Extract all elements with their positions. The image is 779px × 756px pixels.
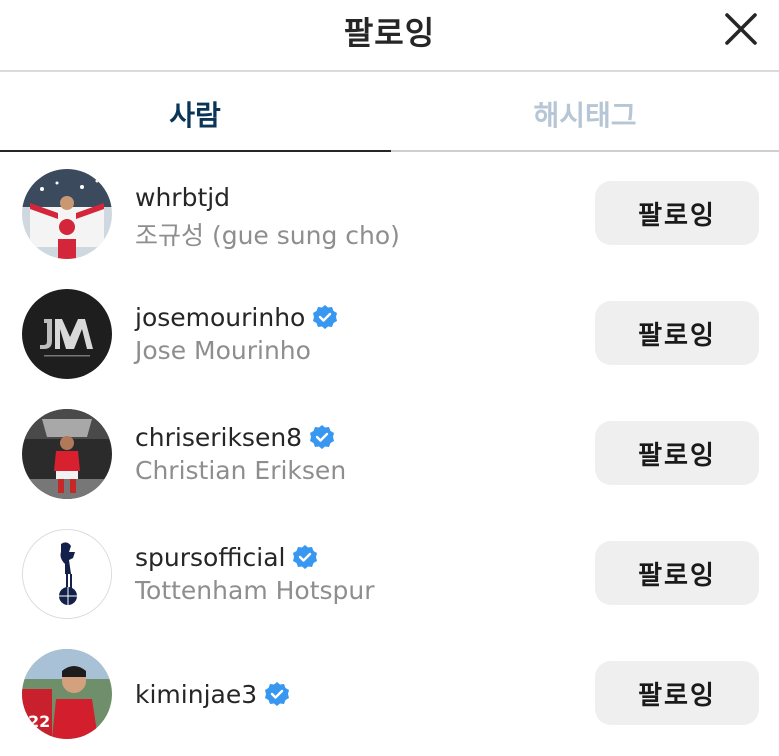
list-item: josemourinho Jose Mourinho 팔로잉 [0,274,779,394]
full-name: Tottenham Hotspur [135,576,375,605]
tab-bar: 사람 해시태그 [0,74,779,154]
following-button[interactable]: 팔로잉 [595,541,759,605]
list-item: spursofficial Tottenham Hotspur 팔로잉 [0,514,779,634]
list-item: whrbtjd 조규성 (gue sung cho) 팔로잉 [0,154,779,274]
username[interactable]: kiminjae3 [135,680,257,709]
username-line: josemourinho [135,300,338,334]
verified-badge-icon [292,544,318,570]
svg-text:22: 22 [28,712,50,731]
avatar[interactable] [22,289,112,379]
list-item: chriseriksen8 Christian Eriksen 팔로잉 [0,394,779,514]
following-button[interactable]: 팔로잉 [595,301,759,365]
username[interactable]: spursofficial [135,543,285,572]
username-line: chriseriksen8 [135,420,335,454]
verified-badge-icon [264,681,290,707]
username[interactable]: chriseriksen8 [135,423,302,452]
full-name: Christian Eriksen [135,456,347,485]
tab-people[interactable]: 사람 [0,74,390,152]
avatar[interactable] [22,529,112,619]
username-line: spursofficial [135,540,318,574]
following-button[interactable]: 팔로잉 [595,181,759,245]
page-title: 팔로잉 [343,14,436,52]
active-tab-indicator [0,150,391,152]
tab-divider [391,150,779,152]
username[interactable]: whrbtjd [135,183,230,212]
verified-badge-icon [312,304,338,330]
header: 팔로잉 [0,0,779,72]
close-icon[interactable] [722,10,760,48]
avatar[interactable]: 22 [22,649,112,739]
tab-hashtags[interactable]: 해시태그 [390,74,779,152]
avatar[interactable] [22,169,112,259]
full-name: Jose Mourinho [135,336,311,365]
username-line: kiminjae3 [135,677,290,711]
list-item: 22 kiminjae3 팔로잉 [0,634,779,754]
verified-badge-icon [309,424,335,450]
username-line: whrbtjd [135,180,230,214]
avatar[interactable] [22,409,112,499]
full-name: 조규성 (gue sung cho) [135,221,400,250]
following-button[interactable]: 팔로잉 [595,661,759,725]
following-button[interactable]: 팔로잉 [595,421,759,485]
username[interactable]: josemourinho [135,303,305,332]
